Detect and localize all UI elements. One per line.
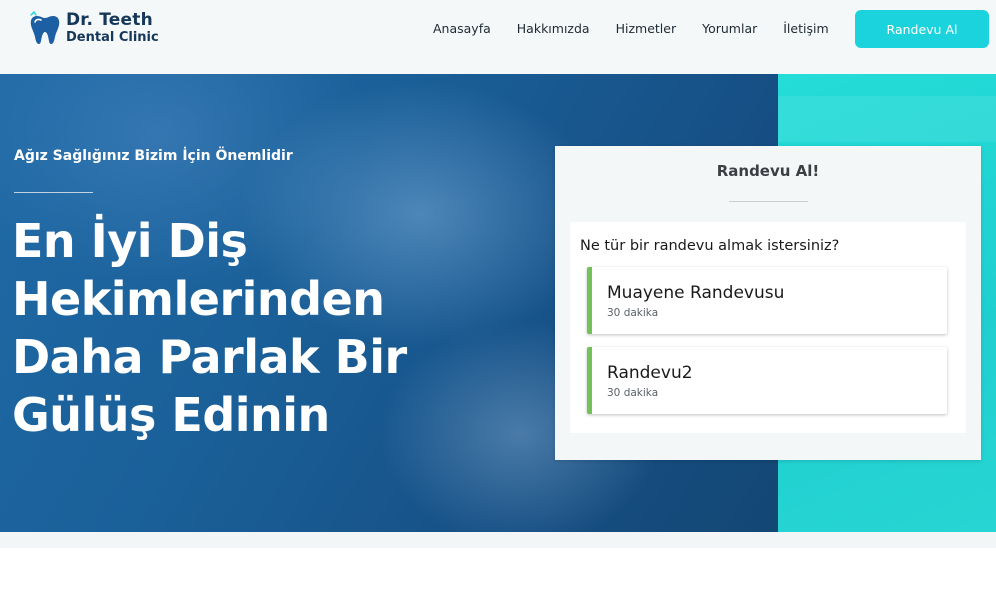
booking-divider <box>729 201 808 202</box>
site-header: Dr. Teeth Dental Clinic Anasayfa Hakkımı… <box>0 0 996 74</box>
hero-heading-line: Gülüş Edinin <box>12 388 330 442</box>
nav-item-home[interactable]: Anasayfa <box>433 20 491 38</box>
book-appointment-button[interactable]: Randevu Al <box>855 10 989 48</box>
brand-name-line2: Dental Clinic <box>66 30 159 45</box>
appointment-option-randevu2[interactable]: Randevu2 30 dakika <box>587 347 947 414</box>
tooth-icon <box>30 11 60 44</box>
hero-heading-line: En İyi Diş <box>12 214 248 268</box>
hero-heading: En İyi Diş Hekimlerinden Daha Parlak Bir… <box>12 212 482 444</box>
appointment-option-duration: 30 dakika <box>607 307 659 319</box>
brand-name-line1: Dr. Teeth <box>66 10 153 30</box>
nav-item-services[interactable]: Hizmetler <box>616 20 677 38</box>
booking-title: Randevu Al! <box>716 162 820 180</box>
nav-item-about[interactable]: Hakkımızda <box>517 20 590 38</box>
brand-name: Dr. Teeth Dental Clinic <box>66 10 159 45</box>
main-nav: Anasayfa Hakkımızda Hizmetler Yorumlar İ… <box>433 20 855 38</box>
booking-options-panel: Ne tür bir randevu almak istersiniz? Mua… <box>570 222 966 433</box>
nav-item-contact[interactable]: İletişim <box>783 20 828 38</box>
nav-item-reviews[interactable]: Yorumlar <box>702 20 757 38</box>
section-separator <box>0 532 996 548</box>
hero-divider <box>14 192 93 193</box>
booking-question: Ne tür bir randevu almak istersiniz? <box>580 238 840 254</box>
appointment-option-name: Randevu2 <box>607 363 693 383</box>
hero-tagline: Ağız Sağlığınız Bizim İçin Önemlidir <box>14 148 293 164</box>
hero-heading-line: Hekimlerinden <box>12 272 385 326</box>
brand-logo[interactable]: Dr. Teeth Dental Clinic <box>28 10 159 46</box>
booking-card: Randevu Al! Ne tür bir randevu almak ist… <box>555 146 981 460</box>
hero-accent-stripe <box>778 96 996 142</box>
appointment-option-name: Muayene Randevusu <box>607 283 785 303</box>
appointment-option-examination[interactable]: Muayene Randevusu 30 dakika <box>587 267 947 334</box>
hero-heading-line: Daha Parlak Bir <box>12 330 407 384</box>
appointment-option-duration: 30 dakika <box>607 387 659 399</box>
